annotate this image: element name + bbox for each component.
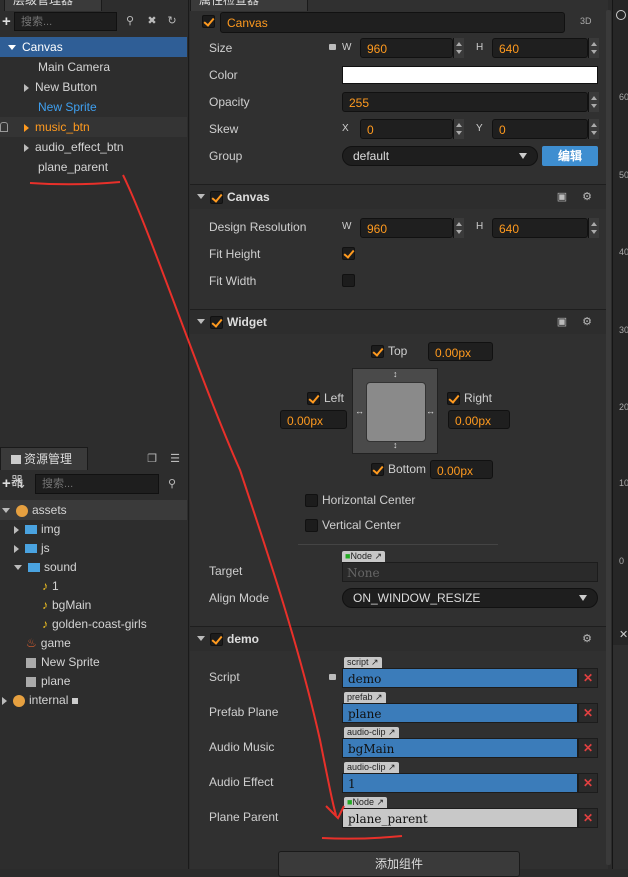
annotation-underline: [29, 181, 121, 186]
annotation-underline: [321, 835, 403, 840]
annotation-curve: [122, 174, 337, 816]
annotation-drag-line: [29, 174, 403, 840]
